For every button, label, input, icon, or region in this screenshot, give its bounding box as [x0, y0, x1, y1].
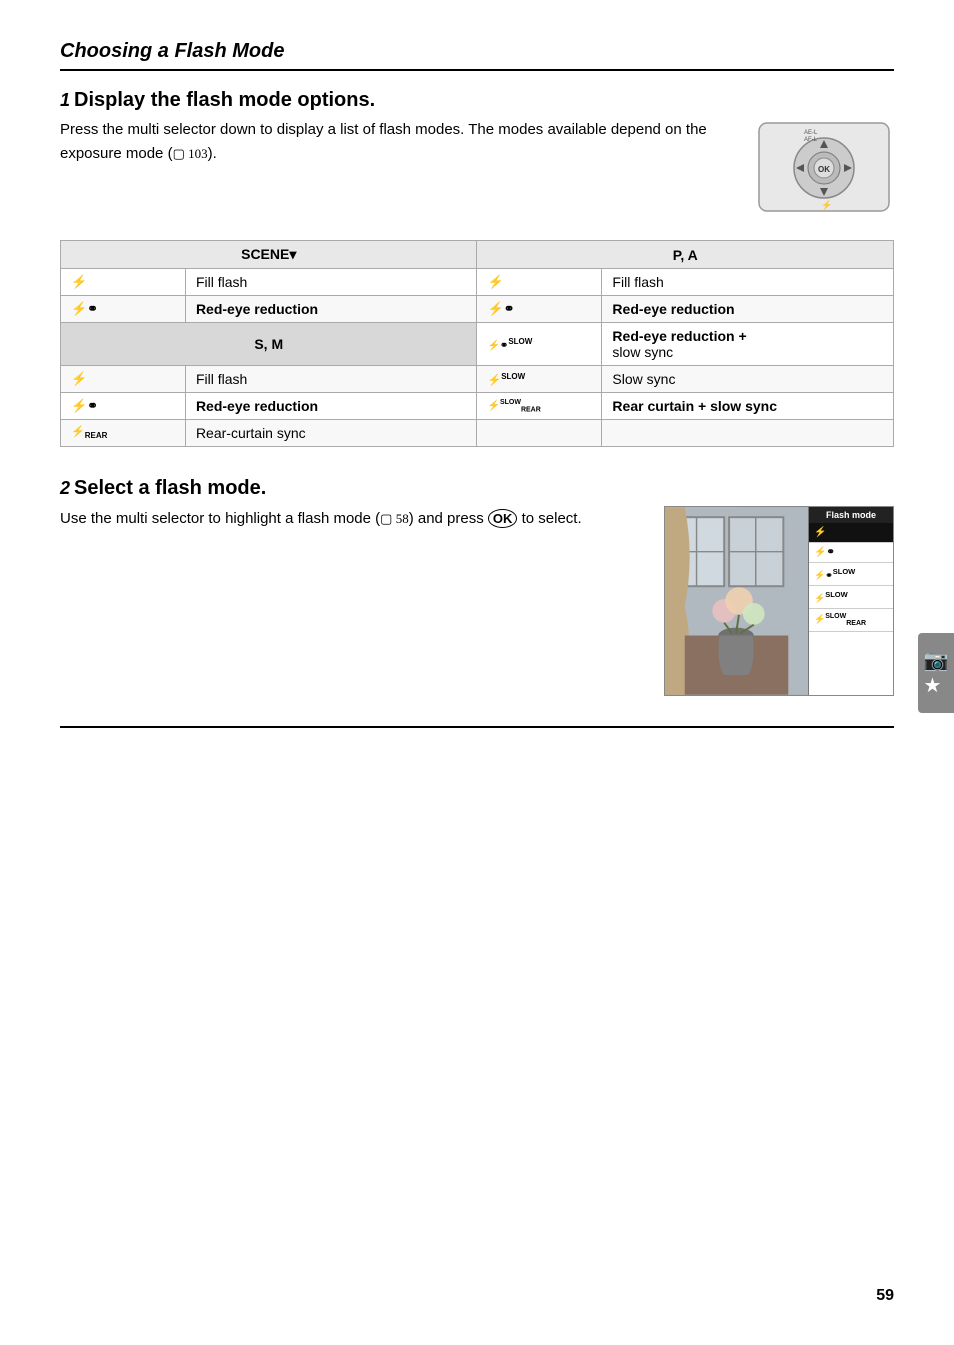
flash-menu-panel: Flash mode ⚡ ⚡⚭ ⚡⚭SLOW ⚡SLOW ⚡SLOWREAR [808, 507, 893, 695]
scene-header: SCENE▾ [61, 241, 477, 269]
flash-label-cell: Red-eye reduction [185, 296, 477, 323]
svg-text:AE-L: AE-L [804, 130, 818, 136]
step1-title: Display the flash mode options. [74, 89, 375, 112]
flash-menu-item: ⚡SLOW [809, 586, 893, 609]
title-divider [60, 69, 894, 71]
flash-label-cell: Rear-curtain sync [185, 420, 477, 447]
flash-label-cell: Red-eye reduction [185, 393, 477, 420]
step2-number: 2 [60, 478, 70, 499]
flash-icon-cell: ⚡ [61, 269, 186, 296]
flash-label-cell: Slow sync [602, 366, 894, 393]
photo-svg [665, 507, 808, 695]
table-row: ⚡REAR Rear-curtain sync [61, 420, 894, 447]
step1-ref: ▢ 103 [173, 146, 208, 161]
flash-mode-table: SCENE▾ P, A ⚡ Fill flash ⚡ Fill flash ⚡⚭… [60, 240, 894, 447]
step1-section: 1 Display the flash mode options. Press … [60, 89, 894, 447]
svg-text:AF-L: AF-L [804, 137, 818, 143]
flash-menu-item: ⚡ [809, 523, 893, 543]
flash-menu-title: Flash mode [809, 507, 893, 523]
sm-header: S, M [61, 323, 477, 366]
sm-header-row: S, M ⚡⚭SLOW Red-eye reduction +slow sync [61, 323, 894, 366]
step2-ref: ▢ 58 [380, 511, 409, 526]
side-tab-icon: 📷★ [924, 648, 949, 698]
step1-image: OK AE-L AF-L ⚡ [754, 118, 894, 222]
page-number: 59 [876, 1287, 894, 1305]
table-row: ⚡ Fill flash ⚡SLOW Slow sync [61, 366, 894, 393]
step2-body: Use the multi selector to highlight a fl… [60, 506, 894, 696]
step2-text: Use the multi selector to highlight a fl… [60, 506, 644, 532]
flash-label-cell: Red-eye reduction [602, 296, 894, 323]
flash-mode-diagram: Flash mode ⚡ ⚡⚭ ⚡⚭SLOW ⚡SLOW ⚡SLOWREAR [664, 506, 894, 696]
flash-label-cell: Fill flash [602, 269, 894, 296]
photo-area [665, 507, 808, 695]
flash-icon-cell: ⚡⚭ [61, 296, 186, 323]
flash-icon-cell: ⚡⚭ [477, 296, 602, 323]
flash-icon-cell: ⚡REAR [61, 420, 186, 447]
flash-label-cell: Fill flash [185, 269, 477, 296]
step1-text: Press the multi selector down to display… [60, 118, 734, 166]
flash-label-cell: Fill flash [185, 366, 477, 393]
svg-text:⚡: ⚡ [821, 199, 832, 211]
ok-symbol: OK [488, 509, 518, 528]
flash-icon-cell: ⚡⚭SLOW [477, 323, 602, 366]
camera-button-diagram: OK AE-L AF-L ⚡ [754, 118, 894, 218]
step2-section: 2 Select a flash mode. Use the multi sel… [60, 477, 894, 696]
flash-label-cell: Red-eye reduction +slow sync [602, 323, 894, 366]
flash-icon-cell: ⚡⚭ [61, 393, 186, 420]
table-row: ⚡⚭ Red-eye reduction ⚡SLOWREAR Rear curt… [61, 393, 894, 420]
step1-number: 1 [60, 90, 70, 111]
page-title: Choosing a Flash Mode [60, 40, 894, 63]
step2-image: Flash mode ⚡ ⚡⚭ ⚡⚭SLOW ⚡SLOW ⚡SLOWREAR [664, 506, 894, 696]
pa-header: P, A [477, 241, 894, 269]
step2-header: 2 Select a flash mode. [60, 477, 894, 500]
flash-menu-item: ⚡SLOWREAR [809, 609, 893, 632]
flash-label-cell: Rear curtain + slow sync [602, 393, 894, 420]
step2-title: Select a flash mode. [74, 477, 266, 500]
side-tab: 📷★ [918, 633, 954, 713]
svg-text:OK: OK [818, 165, 830, 174]
flash-icon-cell: ⚡SLOWREAR [477, 393, 602, 420]
table-row: ⚡⚭ Red-eye reduction ⚡⚭ Red-eye reductio… [61, 296, 894, 323]
flash-menu-item: ⚡⚭SLOW [809, 563, 893, 586]
flash-icon-cell: ⚡ [477, 269, 602, 296]
step1-header: 1 Display the flash mode options. [60, 89, 894, 112]
flash-menu-item: ⚡⚭ [809, 543, 893, 563]
bottom-divider [60, 726, 894, 728]
flash-icon-cell: ⚡ [61, 366, 186, 393]
flash-icon-cell: ⚡SLOW [477, 366, 602, 393]
table-row: ⚡ Fill flash ⚡ Fill flash [61, 269, 894, 296]
step1-body: Press the multi selector down to display… [60, 118, 894, 222]
